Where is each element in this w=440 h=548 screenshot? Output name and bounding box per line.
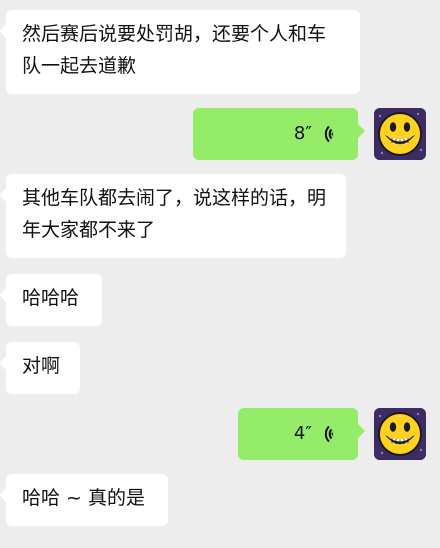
incoming-message[interactable]: 对啊 bbox=[0, 342, 80, 394]
outgoing-voice-message[interactable]: 8″ bbox=[193, 108, 365, 160]
voice-content: 4″ bbox=[254, 416, 342, 452]
incoming-message[interactable]: 哈哈哈 bbox=[0, 274, 102, 326]
voice-content: 8″ bbox=[209, 116, 342, 152]
incoming-message[interactable]: 其他车队都去闹了，说这样的话，明年大家都不来了 bbox=[0, 174, 346, 258]
chat-area: 然后赛后说要处罚胡，还要个人和车队一起去道歉 8″ 其他车队都去闹了，说这样的话… bbox=[0, 0, 440, 548]
voice-duration: 8″ bbox=[293, 123, 312, 144]
voice-wave-icon bbox=[320, 423, 342, 445]
message-text: 然后赛后说要处罚胡，还要个人和车队一起去道歉 bbox=[22, 23, 327, 77]
message-text: 其他车队都去闹了，说这样的话，明年大家都不来了 bbox=[22, 187, 327, 241]
outgoing-voice-message[interactable]: 4″ bbox=[238, 408, 365, 460]
message-text: 对啊 bbox=[22, 355, 61, 377]
message-text: 哈哈 ~ 真的是 bbox=[22, 487, 145, 509]
voice-duration: 4″ bbox=[293, 423, 312, 444]
smiley-face-icon[interactable] bbox=[374, 408, 426, 460]
voice-wave-icon bbox=[320, 123, 342, 145]
message-text: 哈哈哈 bbox=[22, 287, 80, 309]
incoming-message[interactable]: 然后赛后说要处罚胡，还要个人和车队一起去道歉 bbox=[0, 10, 360, 94]
smiley-face-icon[interactable] bbox=[374, 108, 426, 160]
incoming-message[interactable]: 哈哈 ~ 真的是 bbox=[0, 474, 168, 526]
